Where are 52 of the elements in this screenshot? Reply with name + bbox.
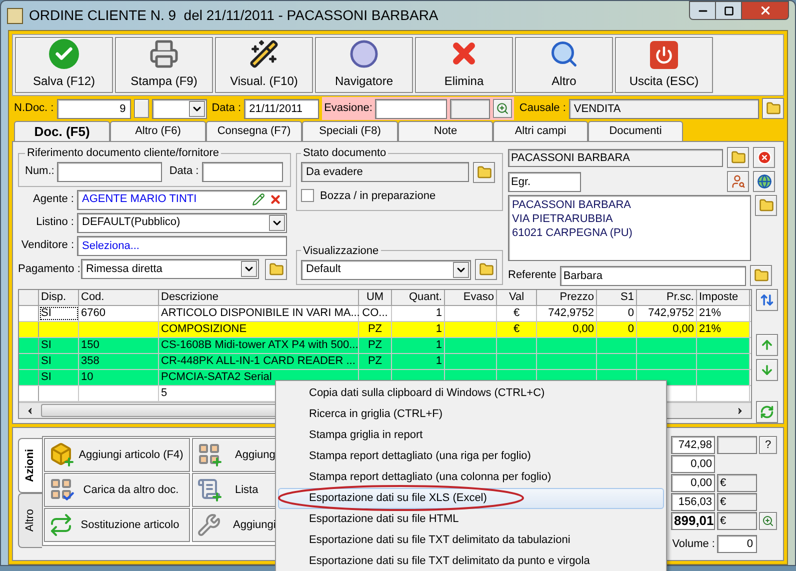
total-field: 0,00 — [671, 474, 715, 492]
table-cell: 0 — [597, 322, 637, 337]
total-field: 899,01 — [671, 512, 715, 530]
table-cell: 10 — [79, 370, 159, 385]
field-label: Causale : — [519, 101, 566, 116]
table-cell: PZ — [359, 338, 392, 353]
currency-field: € — [717, 474, 757, 492]
group-title: Riferimento documento cliente/fornitore — [26, 146, 220, 161]
table-cell: ARTICOLO DISPONIBILE IN VARI MA... — [159, 306, 359, 321]
currency-field: € — [717, 493, 757, 511]
table-cell: CR-448PK ALL-IN-1 CARD READER ... — [159, 354, 359, 369]
table-cell: 21% — [697, 322, 750, 337]
address-line: PACASSONI BARBARA — [512, 198, 632, 212]
field-label: Data : — [212, 101, 242, 116]
field-label: Pagamento : — [18, 262, 78, 277]
total-field: 0,00 — [671, 455, 715, 473]
table-cell: 1 — [392, 322, 445, 337]
table-cell: COMPOSIZIONE — [159, 322, 359, 337]
table-cell: 1 — [392, 338, 445, 353]
field-label: Num.: — [25, 164, 54, 180]
table-cell: SI — [39, 338, 79, 353]
field-label: Listino : — [35, 215, 74, 230]
field-label: Data : — [169, 164, 199, 180]
group-title: Stato documento — [302, 146, 388, 161]
table-cell: 6760 — [79, 306, 159, 321]
table-cell: SI — [39, 306, 79, 321]
checkbox-label: Bozza / in preparazione — [320, 188, 436, 204]
total-field: 156,03 — [671, 493, 715, 511]
table-cell: 0,00 — [537, 322, 597, 337]
table-cell: 0,00 — [637, 322, 697, 337]
table-cell: 1 — [392, 354, 445, 369]
group-title: Visualizzazione — [302, 244, 380, 258]
field-label: N.Doc. : — [14, 101, 54, 116]
field-label: Evasione: — [324, 101, 372, 116]
field-label: Agente : — [32, 192, 74, 208]
table-cell: PZ — [359, 322, 392, 337]
currency-field: € — [717, 512, 757, 530]
table-cell: SI — [39, 354, 79, 369]
table-cell: 150 — [79, 338, 159, 353]
field-label: Volume : — [671, 536, 715, 552]
address-line: 61021 CARPEGNA (PU) — [512, 226, 634, 240]
address-line: VIA PIETRARUBBIA — [512, 212, 614, 226]
window-title: ORDINE CLIENTE N. 9 del 21/11/2011 - PACASSONI BARBARA — [29, 6, 440, 25]
table-cell: CS-1608B Midi-tower ATX P4 with 500... — [159, 338, 359, 353]
table-cell: SI — [39, 370, 79, 385]
table-cell: PZ — [359, 354, 392, 369]
table-cell: 21% — [697, 306, 750, 321]
field-label: Venditore : — [20, 238, 74, 254]
table-cell: € — [497, 322, 537, 337]
field-label: Referente — [508, 268, 556, 284]
table-cell: 358 — [79, 354, 159, 369]
total-field: 742,98 — [671, 436, 715, 454]
